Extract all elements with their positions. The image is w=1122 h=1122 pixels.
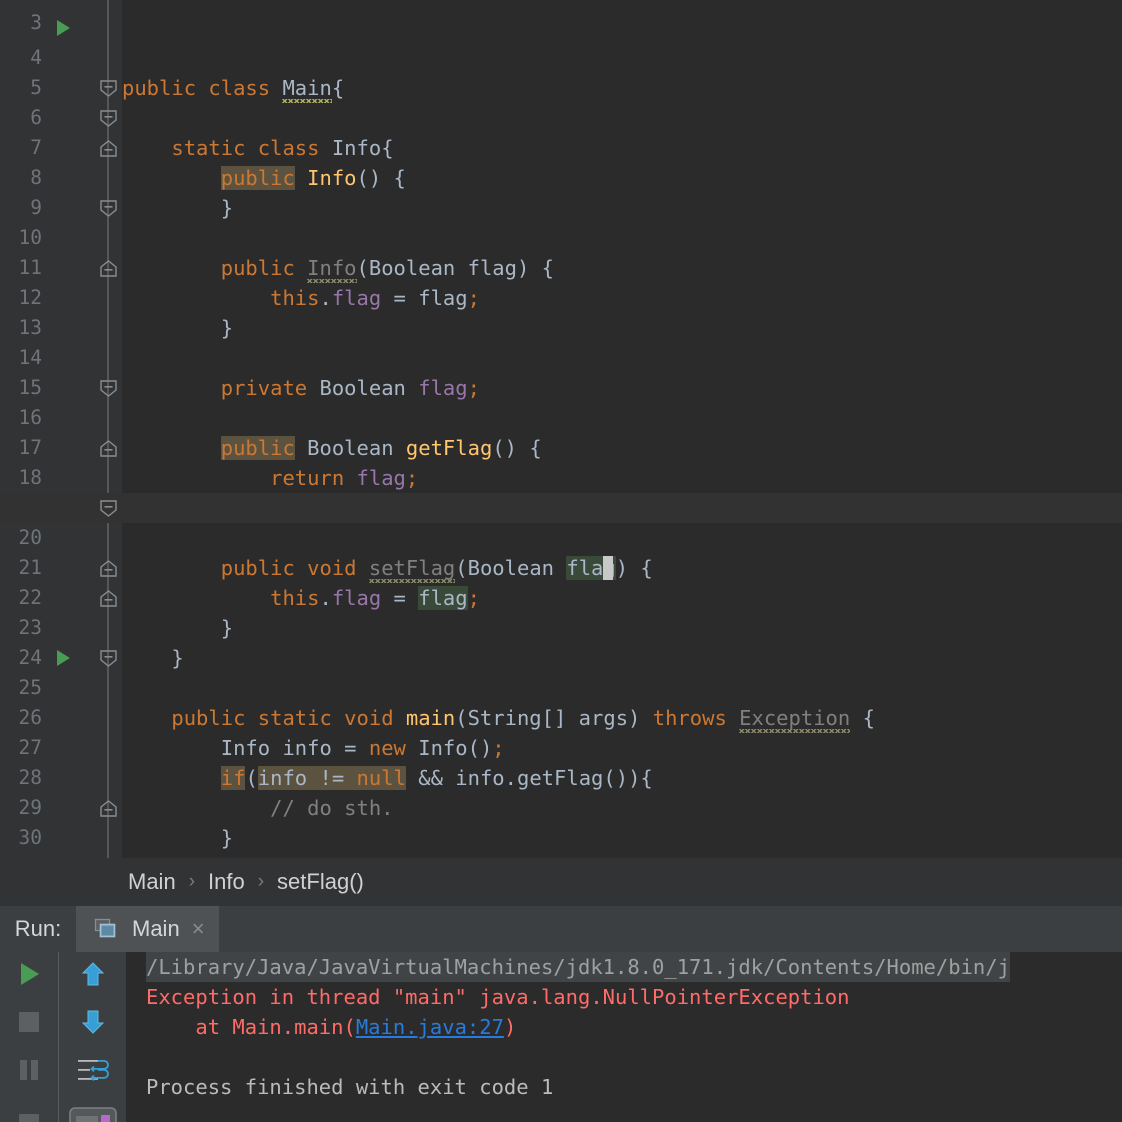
fold-collapse-icon[interactable]: [99, 109, 118, 127]
gutter-run-icon[interactable]: [57, 650, 70, 666]
stacktrace-suffix: ): [503, 1015, 517, 1039]
fold-end-icon[interactable]: [99, 259, 118, 277]
run-tool-window: Run: Main × /Library/Java/JavaVirtualMac…: [0, 906, 1122, 1122]
run-tool-window-label: Run:: [0, 906, 76, 952]
run-toolbar-right: [59, 952, 126, 1122]
code-line[interactable]: 6 static class Info{: [0, 73, 1122, 160]
breadcrumb-item-setflag[interactable]: setFlag(): [277, 869, 364, 895]
pause-button[interactable]: [0, 1048, 58, 1096]
arrow-down-icon: [78, 1007, 108, 1041]
fold-collapse-icon[interactable]: [99, 499, 118, 517]
run-toolbar-left: [0, 952, 58, 1122]
soft-wrap-icon: [76, 1055, 110, 1089]
code-line[interactable]: 10 public Info(Boolean flag) {: [0, 193, 1122, 280]
fold-end-icon[interactable]: [99, 559, 118, 577]
code-line[interactable]: 25 public static void main(String[] args…: [0, 643, 1122, 730]
run-content: /Library/Java/JavaVirtualMachines/jdk1.8…: [0, 952, 1122, 1122]
code-line[interactable]: 30 }: [0, 793, 1122, 858]
breadcrumb-item-main[interactable]: Main: [128, 869, 176, 895]
fold-collapse-icon[interactable]: [99, 79, 118, 97]
run-tab-main[interactable]: Main ×: [76, 906, 219, 952]
fold-collapse-icon[interactable]: [99, 379, 118, 397]
run-configuration-icon: [92, 917, 120, 941]
stacktrace-prefix: at Main.main(: [146, 1015, 356, 1039]
breadcrumb: Main › Info › setFlag(): [128, 858, 364, 906]
gutter-run-icon[interactable]: [57, 20, 70, 36]
code-line[interactable]: 26 Info info = new Info();: [0, 673, 1122, 760]
scroll-end-icon: [68, 1106, 118, 1122]
run-tab-label: Main: [132, 916, 180, 941]
fold-end-icon[interactable]: [99, 139, 118, 157]
run-tab-bar: Run: Main ×: [0, 906, 1122, 952]
code-line[interactable]: 23 }: [0, 583, 1122, 670]
code-editor[interactable]: 3 4 public class Main{ 5 6 static class …: [0, 0, 1122, 858]
code-line[interactable]: 5: [0, 43, 1122, 99]
code-line[interactable]: 29 }: [0, 763, 1122, 850]
stop-icon: [14, 1007, 44, 1041]
close-icon[interactable]: ×: [192, 916, 205, 942]
code-line[interactable]: 15: [0, 343, 1122, 399]
code-line-current[interactable]: 20 public void setFlag(Boolean flag) {: [0, 493, 1122, 580]
code-line[interactable]: 14 private Boolean flag;: [0, 313, 1122, 400]
pause-icon: [14, 1055, 44, 1089]
code-line[interactable]: 24: [0, 613, 1122, 669]
code-line[interactable]: 18 }: [0, 433, 1122, 520]
soft-wrap-button[interactable]: [59, 1048, 126, 1096]
arrow-up-icon: [78, 959, 108, 993]
code-line[interactable]: 22 }: [0, 553, 1122, 640]
code-line[interactable]: 13: [0, 283, 1122, 339]
fold-collapse-icon[interactable]: [99, 199, 118, 217]
console-output[interactable]: /Library/Java/JavaVirtualMachines/jdk1.8…: [126, 952, 1122, 1122]
code-line[interactable]: 21 this.flag = flag;: [0, 523, 1122, 610]
stop-button[interactable]: [0, 1000, 58, 1048]
up-the-stack-trace-button[interactable]: [59, 952, 126, 1000]
fold-collapse-icon[interactable]: [99, 649, 118, 667]
console-line-command: /Library/Java/JavaVirtualMachines/jdk1.8…: [146, 952, 1010, 982]
code-line[interactable]: 12 }: [0, 253, 1122, 340]
play-icon: [14, 959, 44, 993]
fold-end-icon[interactable]: [99, 439, 118, 457]
fold-end-icon[interactable]: [99, 799, 118, 817]
code-line[interactable]: 16 public Boolean getFlag() {: [0, 373, 1122, 460]
fold-end-icon[interactable]: [99, 589, 118, 607]
code-line[interactable]: 7 public Info() {: [0, 103, 1122, 190]
extra-button-partial[interactable]: [0, 1096, 58, 1122]
code-line[interactable]: 11 this.flag = flag;: [0, 223, 1122, 310]
stacktrace-link[interactable]: Main.java:27: [356, 1015, 504, 1039]
scroll-to-end-button[interactable]: [59, 1096, 126, 1122]
chevron-right-icon: ›: [257, 871, 265, 892]
console-line-exit: Process finished with exit code 1: [146, 1075, 554, 1099]
more-icon: [16, 1111, 42, 1122]
text-caret: [603, 556, 614, 580]
breadcrumb-bar: Main › Info › setFlag(): [0, 858, 1122, 906]
code-line[interactable]: 4 public class Main{: [0, 13, 1122, 100]
console-line-stacktrace: at Main.main(Main.java:27): [146, 1012, 516, 1042]
code-line[interactable]: 28 // do sth.: [0, 733, 1122, 820]
code-line[interactable]: 8 }: [0, 133, 1122, 220]
code-line[interactable]: 19: [0, 463, 1122, 519]
console-line-exception: Exception in thread "main" java.lang.Nul…: [146, 985, 850, 1009]
rerun-button[interactable]: [0, 952, 58, 1000]
code-line[interactable]: 27 if(info != null && info.getFlag()){: [0, 703, 1122, 790]
code-line[interactable]: 3: [0, 0, 1122, 34]
code-line[interactable]: 31: [0, 823, 1122, 858]
code-line[interactable]: 9: [0, 163, 1122, 219]
breadcrumb-item-info[interactable]: Info: [208, 869, 245, 895]
down-the-stack-trace-button[interactable]: [59, 1000, 126, 1048]
code-line[interactable]: 17 return flag;: [0, 403, 1122, 490]
chevron-right-icon: ›: [188, 871, 196, 892]
